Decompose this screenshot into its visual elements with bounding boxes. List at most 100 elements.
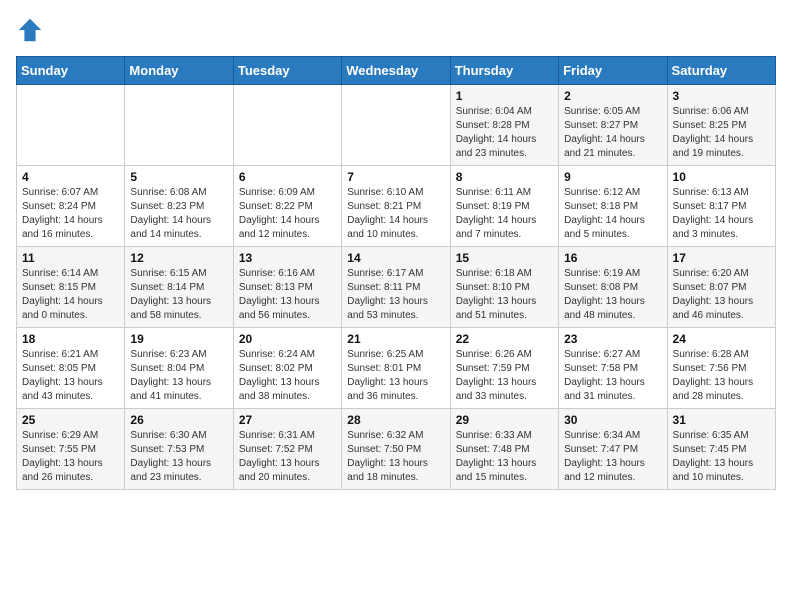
- day-info: Sunrise: 6:26 AM Sunset: 7:59 PM Dayligh…: [456, 348, 553, 404]
- day-number: 15: [456, 251, 553, 265]
- day-info: Sunrise: 6:06 AM Sunset: 8:25 PM Dayligh…: [673, 105, 770, 161]
- day-info: Sunrise: 6:33 AM Sunset: 7:48 PM Dayligh…: [456, 429, 553, 485]
- calendar-week-row: 25 Sunrise: 6:29 AM Sunset: 7:55 PM Dayli…: [17, 409, 776, 490]
- calendar-cell: 15 Sunrise: 6:18 AM Sunset: 8:10 PM Dayli…: [450, 247, 558, 328]
- day-number: 4: [22, 170, 119, 184]
- day-number: 5: [130, 170, 227, 184]
- calendar-cell: [342, 85, 450, 166]
- day-number: 6: [239, 170, 336, 184]
- calendar-cell: 18 Sunrise: 6:21 AM Sunset: 8:05 PM Dayli…: [17, 328, 125, 409]
- calendar-cell: 6 Sunrise: 6:09 AM Sunset: 8:22 PM Daylig…: [233, 166, 341, 247]
- day-info: Sunrise: 6:18 AM Sunset: 8:10 PM Dayligh…: [456, 267, 553, 323]
- day-info: Sunrise: 6:35 AM Sunset: 7:45 PM Dayligh…: [673, 429, 770, 485]
- calendar-cell: 30 Sunrise: 6:34 AM Sunset: 7:47 PM Dayli…: [559, 409, 667, 490]
- day-number: 28: [347, 413, 444, 427]
- calendar-week-row: 11 Sunrise: 6:14 AM Sunset: 8:15 PM Dayli…: [17, 247, 776, 328]
- day-number: 8: [456, 170, 553, 184]
- day-number: 31: [673, 413, 770, 427]
- day-number: 11: [22, 251, 119, 265]
- day-number: 16: [564, 251, 661, 265]
- day-number: 1: [456, 89, 553, 103]
- day-info: Sunrise: 6:21 AM Sunset: 8:05 PM Dayligh…: [22, 348, 119, 404]
- day-number: 14: [347, 251, 444, 265]
- day-number: 2: [564, 89, 661, 103]
- day-info: Sunrise: 6:24 AM Sunset: 8:02 PM Dayligh…: [239, 348, 336, 404]
- day-number: 3: [673, 89, 770, 103]
- day-info: Sunrise: 6:07 AM Sunset: 8:24 PM Dayligh…: [22, 186, 119, 242]
- calendar-week-row: 18 Sunrise: 6:21 AM Sunset: 8:05 PM Dayli…: [17, 328, 776, 409]
- day-info: Sunrise: 6:04 AM Sunset: 8:28 PM Dayligh…: [456, 105, 553, 161]
- day-number: 22: [456, 332, 553, 346]
- day-info: Sunrise: 6:25 AM Sunset: 8:01 PM Dayligh…: [347, 348, 444, 404]
- day-info: Sunrise: 6:13 AM Sunset: 8:17 PM Dayligh…: [673, 186, 770, 242]
- calendar-cell: [233, 85, 341, 166]
- day-info: Sunrise: 6:28 AM Sunset: 7:56 PM Dayligh…: [673, 348, 770, 404]
- day-info: Sunrise: 6:20 AM Sunset: 8:07 PM Dayligh…: [673, 267, 770, 323]
- day-number: 18: [22, 332, 119, 346]
- day-info: Sunrise: 6:10 AM Sunset: 8:21 PM Dayligh…: [347, 186, 444, 242]
- day-number: 19: [130, 332, 227, 346]
- calendar-cell: 4 Sunrise: 6:07 AM Sunset: 8:24 PM Daylig…: [17, 166, 125, 247]
- calendar-cell: 13 Sunrise: 6:16 AM Sunset: 8:13 PM Dayli…: [233, 247, 341, 328]
- calendar-cell: 11 Sunrise: 6:14 AM Sunset: 8:15 PM Dayli…: [17, 247, 125, 328]
- weekday-header: Thursday: [450, 57, 558, 85]
- day-number: 29: [456, 413, 553, 427]
- day-number: 7: [347, 170, 444, 184]
- page-header: [16, 16, 776, 44]
- calendar-cell: 17 Sunrise: 6:20 AM Sunset: 8:07 PM Dayli…: [667, 247, 775, 328]
- day-number: 9: [564, 170, 661, 184]
- calendar-cell: 20Sunrise: 6:24 AM Sunset: 8:02 PM Dayli…: [233, 328, 341, 409]
- day-info: Sunrise: 6:27 AM Sunset: 7:58 PM Dayligh…: [564, 348, 661, 404]
- calendar-week-row: 1 Sunrise: 6:04 AM Sunset: 8:28 PM Daylig…: [17, 85, 776, 166]
- calendar-cell: 21 Sunrise: 6:25 AM Sunset: 8:01 PM Dayli…: [342, 328, 450, 409]
- calendar-cell: 9Sunrise: 6:12 AM Sunset: 8:18 PM Daylig…: [559, 166, 667, 247]
- day-info: Sunrise: 6:11 AM Sunset: 8:19 PM Dayligh…: [456, 186, 553, 242]
- day-info: Sunrise: 6:31 AM Sunset: 7:52 PM Dayligh…: [239, 429, 336, 485]
- calendar-cell: 24Sunrise: 6:28 AM Sunset: 7:56 PM Dayli…: [667, 328, 775, 409]
- day-info: Sunrise: 6:09 AM Sunset: 8:22 PM Dayligh…: [239, 186, 336, 242]
- day-info: Sunrise: 6:15 AM Sunset: 8:14 PM Dayligh…: [130, 267, 227, 323]
- day-number: 21: [347, 332, 444, 346]
- day-info: Sunrise: 6:30 AM Sunset: 7:53 PM Dayligh…: [130, 429, 227, 485]
- calendar-cell: [125, 85, 233, 166]
- calendar-cell: 5 Sunrise: 6:08 AM Sunset: 8:23 PM Daylig…: [125, 166, 233, 247]
- calendar-cell: 16 Sunrise: 6:19 AM Sunset: 8:08 PM Dayli…: [559, 247, 667, 328]
- calendar-cell: 7 Sunrise: 6:10 AM Sunset: 8:21 PM Daylig…: [342, 166, 450, 247]
- day-info: Sunrise: 6:08 AM Sunset: 8:23 PM Dayligh…: [130, 186, 227, 242]
- calendar-cell: 8 Sunrise: 6:11 AM Sunset: 8:19 PM Daylig…: [450, 166, 558, 247]
- logo: [16, 16, 48, 44]
- calendar-cell: 2 Sunrise: 6:05 AM Sunset: 8:27 PM Daylig…: [559, 85, 667, 166]
- calendar-cell: 3 Sunrise: 6:06 AM Sunset: 8:25 PM Daylig…: [667, 85, 775, 166]
- calendar-cell: 26Sunrise: 6:30 AM Sunset: 7:53 PM Dayli…: [125, 409, 233, 490]
- weekday-header: Friday: [559, 57, 667, 85]
- calendar-cell: 31 Sunrise: 6:35 AM Sunset: 7:45 PM Dayli…: [667, 409, 775, 490]
- calendar-cell: 14Sunrise: 6:17 AM Sunset: 8:11 PM Dayli…: [342, 247, 450, 328]
- calendar-cell: 29 Sunrise: 6:33 AM Sunset: 7:48 PM Dayli…: [450, 409, 558, 490]
- day-info: Sunrise: 6:19 AM Sunset: 8:08 PM Dayligh…: [564, 267, 661, 323]
- day-number: 17: [673, 251, 770, 265]
- day-info: Sunrise: 6:34 AM Sunset: 7:47 PM Dayligh…: [564, 429, 661, 485]
- weekday-header: Monday: [125, 57, 233, 85]
- day-number: 30: [564, 413, 661, 427]
- day-number: 13: [239, 251, 336, 265]
- calendar-cell: 28Sunrise: 6:32 AM Sunset: 7:50 PM Dayli…: [342, 409, 450, 490]
- weekday-header: Wednesday: [342, 57, 450, 85]
- calendar-cell: [17, 85, 125, 166]
- day-info: Sunrise: 6:14 AM Sunset: 8:15 PM Dayligh…: [22, 267, 119, 323]
- day-info: Sunrise: 6:05 AM Sunset: 8:27 PM Dayligh…: [564, 105, 661, 161]
- day-number: 23: [564, 332, 661, 346]
- calendar-cell: 1 Sunrise: 6:04 AM Sunset: 8:28 PM Daylig…: [450, 85, 558, 166]
- day-info: Sunrise: 6:16 AM Sunset: 8:13 PM Dayligh…: [239, 267, 336, 323]
- calendar-cell: 12Sunrise: 6:15 AM Sunset: 8:14 PM Dayli…: [125, 247, 233, 328]
- day-number: 25: [22, 413, 119, 427]
- calendar-cell: 10Sunrise: 6:13 AM Sunset: 8:17 PM Dayli…: [667, 166, 775, 247]
- calendar-cell: 19 Sunrise: 6:23 AM Sunset: 8:04 PM Dayli…: [125, 328, 233, 409]
- weekday-header: Tuesday: [233, 57, 341, 85]
- logo-icon: [16, 16, 44, 44]
- calendar-cell: 23 Sunrise: 6:27 AM Sunset: 7:58 PM Dayli…: [559, 328, 667, 409]
- day-info: Sunrise: 6:29 AM Sunset: 7:55 PM Dayligh…: [22, 429, 119, 485]
- day-info: Sunrise: 6:23 AM Sunset: 8:04 PM Dayligh…: [130, 348, 227, 404]
- weekday-header-row: SundayMondayTuesdayWednesdayThursdayFrid…: [17, 57, 776, 85]
- calendar-table: SundayMondayTuesdayWednesdayThursdayFrid…: [16, 56, 776, 490]
- weekday-header: Sunday: [17, 57, 125, 85]
